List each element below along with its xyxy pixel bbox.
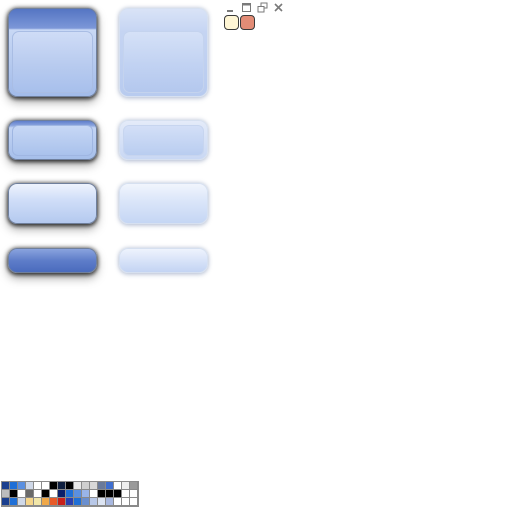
button-frame-inactive bbox=[119, 183, 208, 224]
palette-cell[interactable] bbox=[42, 490, 49, 497]
minimize-button[interactable] bbox=[225, 2, 236, 13]
palette-cell[interactable] bbox=[2, 498, 9, 505]
palette-cell[interactable] bbox=[34, 490, 41, 497]
palette-cell[interactable] bbox=[50, 490, 57, 497]
palette-cell[interactable] bbox=[98, 482, 105, 489]
palette-cell[interactable] bbox=[122, 490, 129, 497]
palette-cell[interactable] bbox=[42, 498, 49, 505]
minimize-icon bbox=[227, 10, 233, 12]
palette-cell[interactable] bbox=[122, 498, 129, 505]
palette-cell[interactable] bbox=[26, 482, 33, 489]
palette-cell[interactable] bbox=[18, 482, 25, 489]
palette-cell[interactable] bbox=[10, 482, 17, 489]
palette-cell[interactable] bbox=[82, 490, 89, 497]
palette-cell[interactable] bbox=[18, 498, 25, 505]
palette-cell[interactable] bbox=[42, 482, 49, 489]
titlebar-strip-active bbox=[8, 248, 97, 273]
palette-cell[interactable] bbox=[2, 490, 9, 497]
palette-cell[interactable] bbox=[82, 498, 89, 505]
close-button[interactable] bbox=[273, 2, 284, 13]
close-icon bbox=[274, 3, 283, 12]
palette-cell[interactable] bbox=[130, 490, 137, 497]
window-frame-inactive-medium bbox=[119, 120, 208, 160]
palette-cell[interactable] bbox=[58, 482, 65, 489]
palette-cell[interactable] bbox=[58, 490, 65, 497]
palette-cell[interactable] bbox=[34, 498, 41, 505]
restore-icon bbox=[257, 2, 268, 13]
palette-cell[interactable] bbox=[82, 482, 89, 489]
maximize-button[interactable] bbox=[241, 2, 252, 13]
palette-cell[interactable] bbox=[122, 482, 129, 489]
palette-cell[interactable] bbox=[26, 498, 33, 505]
window-frame-inactive-large bbox=[119, 8, 208, 97]
palette-cell[interactable] bbox=[50, 482, 57, 489]
palette-cell[interactable] bbox=[50, 498, 57, 505]
palette-cell[interactable] bbox=[106, 498, 113, 505]
palette-cell[interactable] bbox=[98, 490, 105, 497]
color-palette bbox=[1, 481, 139, 507]
palette-cell[interactable] bbox=[66, 490, 73, 497]
button-frame-active bbox=[8, 183, 97, 224]
client-area bbox=[123, 31, 204, 93]
palette-cell[interactable] bbox=[18, 490, 25, 497]
palette-cell[interactable] bbox=[10, 498, 17, 505]
palette-cell[interactable] bbox=[114, 490, 121, 497]
palette-cell[interactable] bbox=[2, 482, 9, 489]
palette-cell[interactable] bbox=[26, 490, 33, 497]
swatch-accent[interactable] bbox=[240, 15, 255, 30]
palette-cell[interactable] bbox=[114, 498, 121, 505]
palette-cell[interactable] bbox=[90, 498, 97, 505]
palette-cell[interactable] bbox=[106, 482, 113, 489]
palette-cell[interactable] bbox=[130, 498, 137, 505]
palette-cell[interactable] bbox=[74, 482, 81, 489]
palette-cell[interactable] bbox=[90, 490, 97, 497]
palette-cell[interactable] bbox=[106, 490, 113, 497]
window-frame-active-large bbox=[8, 8, 97, 97]
maximize-icon bbox=[242, 3, 251, 12]
palette-cell[interactable] bbox=[66, 482, 73, 489]
palette-cell[interactable] bbox=[66, 498, 73, 505]
client-area bbox=[12, 31, 93, 93]
client-area bbox=[12, 125, 93, 156]
palette-cell[interactable] bbox=[34, 482, 41, 489]
titlebar-strip-inactive bbox=[119, 248, 208, 273]
window-frame-active-medium bbox=[8, 120, 97, 160]
palette-cell[interactable] bbox=[74, 498, 81, 505]
caption-buttons bbox=[225, 2, 284, 14]
palette-cell[interactable] bbox=[98, 498, 105, 505]
palette-cell[interactable] bbox=[58, 498, 65, 505]
palette-cell[interactable] bbox=[114, 482, 121, 489]
palette-cell[interactable] bbox=[130, 482, 137, 489]
restore-button[interactable] bbox=[257, 2, 268, 13]
swatch-light[interactable] bbox=[224, 15, 239, 30]
palette-cell[interactable] bbox=[74, 490, 81, 497]
palette-cell[interactable] bbox=[90, 482, 97, 489]
palette-cell[interactable] bbox=[10, 490, 17, 497]
client-area bbox=[123, 125, 204, 156]
